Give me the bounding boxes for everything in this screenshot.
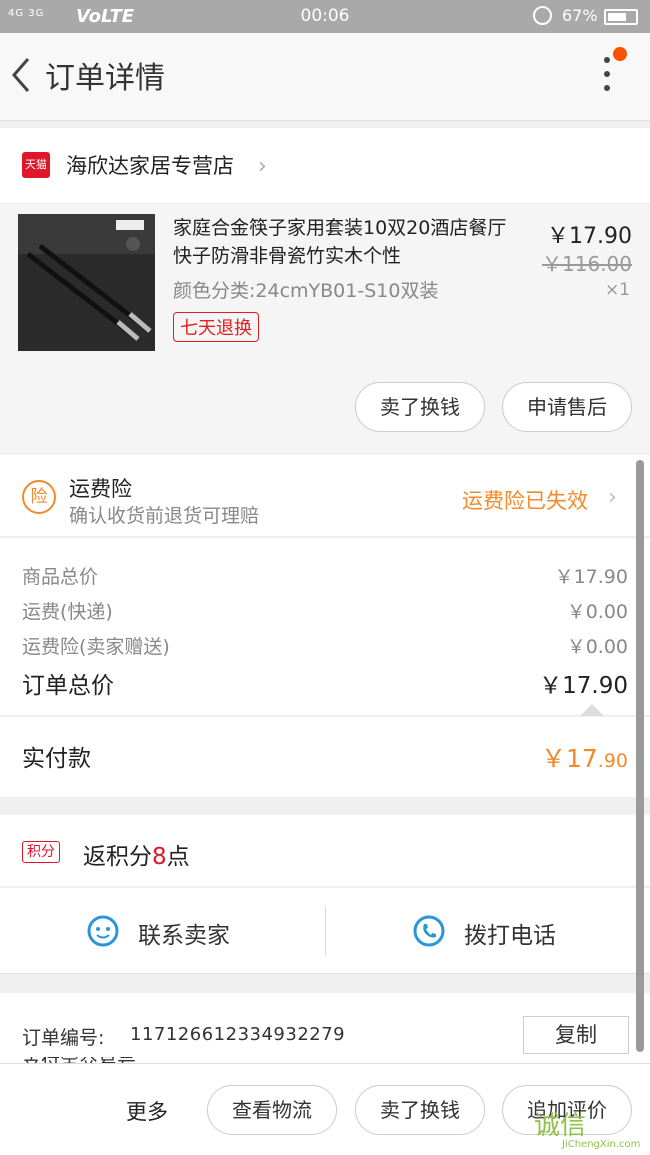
- fee-breakdown: 商品总价 ￥17.90 运费(快递) ￥0.00 运费险(卖家赠送) ￥0.00…: [0, 538, 650, 716]
- fee-label: 商品总价: [22, 566, 99, 588]
- points-prefix: 返积分: [83, 844, 152, 870]
- caret-up-icon: [580, 704, 604, 716]
- back-arrow-icon[interactable]: [8, 55, 34, 95]
- paid-integer: 17: [565, 744, 598, 773]
- sell-button[interactable]: 卖了换钱: [355, 1085, 485, 1135]
- store-row[interactable]: 天猫 海欣达家居专营店 ›: [0, 128, 650, 204]
- more-menu-icon[interactable]: [595, 57, 619, 97]
- paid-label: 实付款: [22, 746, 91, 772]
- call-phone-label: 拨打电话: [464, 923, 556, 949]
- fee-row: 商品总价 ￥17.90: [22, 562, 628, 589]
- contact-seller-label: 联系卖家: [138, 923, 230, 949]
- chevron-right-icon: ›: [608, 485, 617, 510]
- product-price: ￥17.90: [547, 224, 632, 249]
- fee-label: 运费险(卖家赠送): [22, 636, 170, 658]
- return-badge: 七天退换: [173, 312, 259, 342]
- scrollbar[interactable]: [636, 460, 644, 1052]
- insurance-status: 运费险已失效: [462, 489, 588, 513]
- product-title[interactable]: 家庭合金筷子家用套装10双20酒店餐厅快子防滑非骨瓷竹实木个性: [173, 214, 513, 270]
- battery-icon: [604, 9, 638, 25]
- after-sale-button[interactable]: 申请售后: [502, 382, 632, 432]
- watermark-sub: JiChengXin.com: [562, 1139, 641, 1150]
- order-info: 订单编号: 117126612334932279 复制 支付宝交易号: [0, 993, 650, 1065]
- fee-value: ￥0.00: [566, 636, 628, 658]
- watermark-main: 诚信: [534, 1111, 587, 1141]
- site-watermark: 诚信 JiChengXin.com: [530, 1105, 648, 1151]
- contact-seller-button[interactable]: 联系卖家: [0, 888, 325, 974]
- points-text: 返积分8点: [83, 837, 190, 871]
- order-number-label: 订单编号:: [22, 1027, 105, 1049]
- clock: 00:06: [300, 6, 350, 26]
- points-tag: 积分: [22, 841, 60, 863]
- fee-value: ￥17.90: [554, 566, 628, 588]
- points-row: 积分 返积分8点: [0, 815, 650, 887]
- points-suffix: 点: [166, 844, 190, 870]
- battery-percent: 67%: [562, 6, 598, 25]
- fee-row: 运费险(卖家赠送) ￥0.00: [22, 632, 628, 659]
- rotation-lock-icon: [533, 6, 552, 25]
- notification-dot: [613, 47, 627, 61]
- points-count: 8: [152, 844, 167, 870]
- paid-amount: ￥17.90: [541, 739, 628, 775]
- original-price: ￥116.00: [542, 252, 632, 276]
- page-title: 订单详情: [45, 61, 165, 96]
- insurance-title: 运费险: [69, 477, 132, 501]
- phone-icon: [413, 915, 445, 947]
- paid-currency: ￥: [540, 744, 566, 773]
- product-item: 家庭合金筷子家用套装10双20酒店餐厅快子防滑非骨瓷竹实木个性 颜色分类:24c…: [0, 204, 650, 452]
- insurance-subtitle: 确认收货前退货可理赔: [69, 505, 260, 527]
- paid-decimal: .90: [597, 750, 628, 772]
- status-bar: 4G 3G VoLTE 00:06 67%: [0, 0, 650, 33]
- fee-row: 运费(快递) ￥0.00: [22, 597, 628, 624]
- store-name: 海欣达家居专营店: [66, 154, 234, 178]
- insurance-icon: 险: [22, 480, 56, 514]
- copy-button[interactable]: 复制: [523, 1016, 629, 1054]
- product-thumbnail[interactable]: [18, 214, 155, 351]
- contact-row: 联系卖家 拨打电话: [0, 888, 650, 974]
- shipping-insurance-row[interactable]: 险 运费险 确认收货前退货可理赔 运费险已失效 ›: [0, 455, 650, 537]
- call-phone-button[interactable]: 拨打电话: [326, 888, 650, 974]
- total-label: 订单总价: [22, 673, 114, 699]
- fee-label: 运费(快递): [22, 601, 113, 623]
- more-button[interactable]: 更多: [126, 1096, 168, 1126]
- order-number: 117126612334932279: [130, 1024, 346, 1045]
- chat-icon: [87, 915, 119, 947]
- paid-amount-row: 实付款 ￥17.90: [0, 717, 650, 797]
- sell-button[interactable]: 卖了换钱: [355, 382, 485, 432]
- fee-value: ￥0.00: [566, 601, 628, 623]
- chevron-right-icon: ›: [258, 154, 267, 179]
- product-sku: 颜色分类:24cmYB01-S10双装: [173, 280, 439, 302]
- nav-bar: 订单详情: [0, 33, 650, 121]
- view-logistics-button[interactable]: 查看物流: [207, 1085, 337, 1135]
- tmall-logo-icon: 天猫: [22, 152, 50, 178]
- total-value: ￥17.90: [539, 673, 628, 699]
- order-total-row: 订单总价 ￥17.90: [22, 666, 628, 700]
- product-quantity: ×1: [604, 280, 630, 300]
